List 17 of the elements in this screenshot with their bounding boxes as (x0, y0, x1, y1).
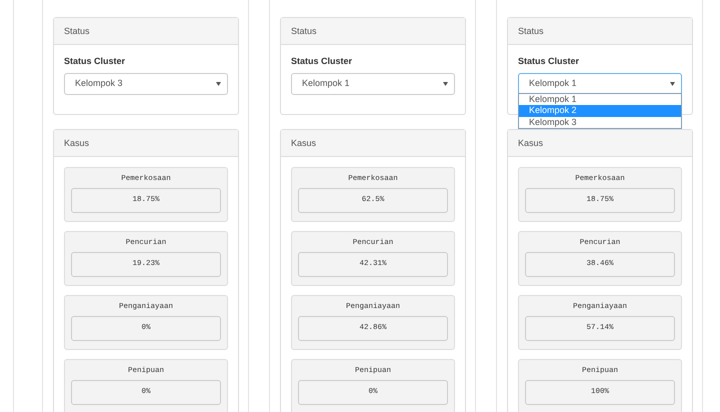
dropdown-option[interactable]: Kelompok 1 (519, 94, 681, 106)
field-label: Status Cluster (518, 55, 580, 68)
caret-icon (670, 82, 675, 86)
dropdown-option[interactable]: Kelompok 3 (519, 116, 681, 128)
cluster-select[interactable]: Kelompok 3 (64, 72, 228, 94)
caret-icon (216, 82, 221, 86)
panel-title: Status (508, 18, 692, 45)
panel-title: Kasus (281, 130, 465, 156)
field-label: Status Cluster (291, 55, 354, 68)
cluster-select[interactable]: Kelompok 1 (291, 72, 455, 94)
caret-icon (443, 82, 448, 86)
field-label: Status Cluster (64, 55, 126, 68)
panel-title: Kasus (54, 130, 238, 156)
panel-title: Kasus (508, 130, 692, 156)
panel-title: Status (281, 18, 465, 45)
panel-title: Status (54, 18, 238, 45)
cluster-select[interactable]: Kelompok 1 (518, 72, 682, 94)
